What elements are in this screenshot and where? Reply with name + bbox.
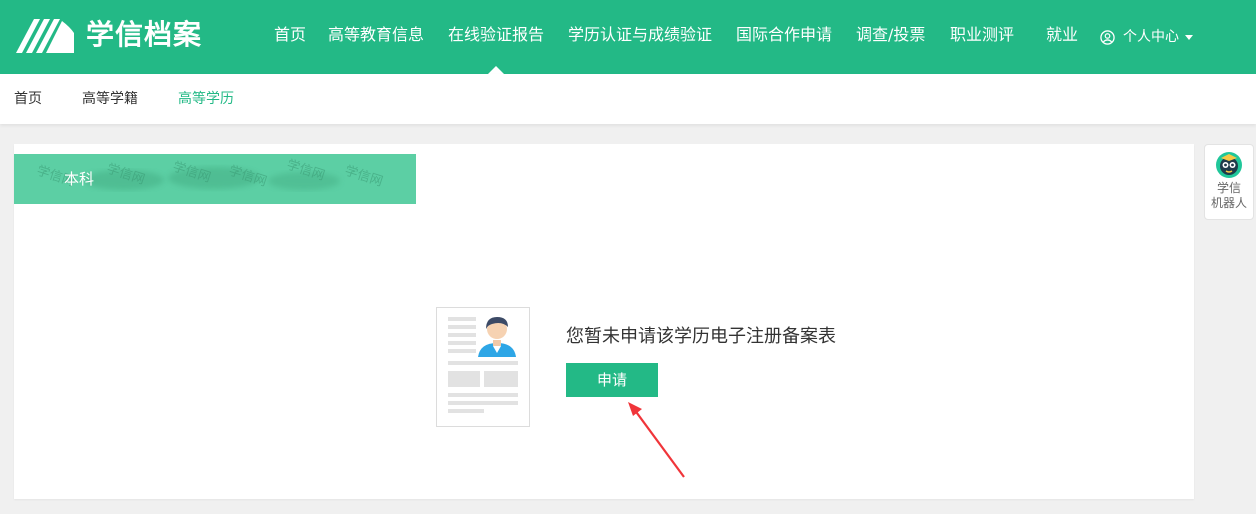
red-arrow-annotation [628,402,685,478]
robot-assistant-button[interactable]: 学信 机器人 [1204,144,1254,220]
robot-label-line2: 机器人 [1210,196,1247,210]
sub-navbar: 首页 高等学籍 高等学历 [0,74,1256,124]
nav-item-career-assessment[interactable]: 职业测评 [950,0,1014,74]
nav-item-survey-vote[interactable]: 调查/投票 [856,0,925,74]
empty-state-message: 您暂未申请该学历电子注册备案表 [566,326,836,347]
robot-label-line1: 学信 [1216,181,1241,195]
book-logo-icon [16,19,74,53]
subnav-item-home[interactable]: 首页 [14,74,42,124]
apply-button[interactable]: 申请 [566,363,658,397]
nav-item-degree-certification[interactable]: 学历认证与成绩验证 [568,0,712,74]
nav-item-online-verification-report[interactable]: 在线验证报告 [448,0,544,74]
brand-name: 学信档案 [86,18,203,51]
nav-item-employment[interactable]: 就业 [1046,0,1078,74]
brand-logo[interactable]: 学信档案 [14,14,202,56]
nav-item-higher-education-info[interactable]: 高等教育信息 [328,0,424,74]
user-center-label: 个人中心 [1123,29,1179,45]
user-icon [1100,29,1115,45]
top-navbar: 学信档案 首页 高等教育信息 在线验证报告 学历认证与成绩验证 国际合作申请 调… [0,0,1256,74]
nav-item-home[interactable]: 首页 [274,0,306,74]
degree-level-tab[interactable]: 学信网 学信网 学信网 学信网 学信网 学信网 本科 [14,154,416,204]
subnav-item-student-status[interactable]: 高等学籍 [82,74,138,124]
document-avatar-illustration [436,307,530,427]
nav-item-international-cooperation[interactable]: 国际合作申请 [736,0,832,74]
chevron-down-icon [1185,34,1193,40]
main-content-card: 学信网 学信网 学信网 学信网 学信网 学信网 本科 您暂未申请该学历电子注册备… [14,144,1194,499]
user-center-menu[interactable]: 个人中心 [1100,0,1193,74]
subnav-item-degree[interactable]: 高等学历 [178,74,234,124]
watermark-text: 学信网 [343,163,385,190]
robot-mascot-icon [1216,152,1242,178]
tab-label-undergraduate: 本科 [64,170,95,188]
